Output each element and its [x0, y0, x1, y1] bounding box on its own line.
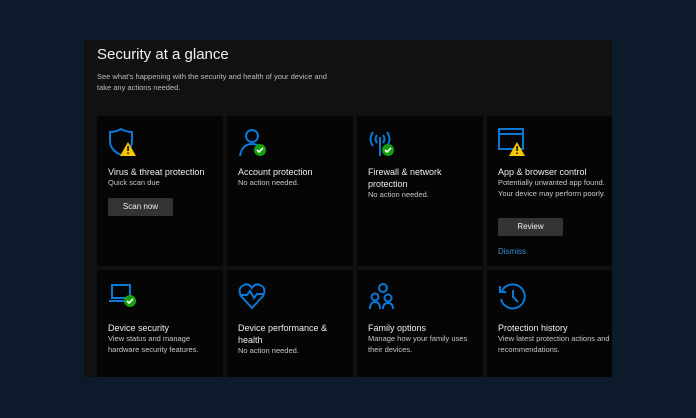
laptop-check-icon: [109, 284, 136, 307]
card-family-options[interactable]: Family options Manage how your family us…: [357, 270, 483, 377]
card-title: Virus & threat protection: [108, 167, 205, 177]
card-title: Family options: [368, 323, 427, 333]
card-title: Device performance & health: [238, 323, 328, 345]
card-desc: View status and manage hardware security…: [108, 334, 199, 354]
card-desc: View latest protection actions and recom…: [498, 334, 610, 354]
card-desc: Quick scan due: [108, 178, 160, 187]
card-desc: No action needed.: [368, 190, 429, 199]
card-account[interactable]: Account protection No action needed.: [227, 116, 353, 266]
person-check-icon: [239, 129, 266, 157]
card-desc: Manage how your family uses their device…: [368, 334, 468, 354]
dismiss-link[interactable]: Dismiss: [498, 247, 526, 256]
card-title: Firewall & network protection: [368, 167, 442, 189]
scan-now-button[interactable]: Scan now: [108, 198, 173, 216]
shield-warning-icon: [109, 128, 136, 157]
security-panel: Security at a glance See what's happenin…: [84, 40, 612, 377]
card-desc: No action needed.: [238, 178, 299, 187]
card-device-performance[interactable]: Device performance & health No action ne…: [227, 270, 353, 377]
card-title: Device security: [108, 323, 170, 333]
page-subtitle: See what's happening with the security a…: [97, 72, 327, 92]
history-icon: [499, 283, 526, 310]
heart-pulse-icon: [238, 283, 266, 310]
card-title: Account protection: [238, 167, 313, 177]
family-icon: [369, 283, 394, 310]
card-protection-history[interactable]: Protection history View latest protectio…: [487, 270, 612, 377]
page-title: Security at a glance: [97, 46, 229, 63]
card-title: Protection history: [498, 323, 568, 333]
card-desc: Potentially unwanted app found. Your dev…: [498, 178, 606, 198]
card-title: App & browser control: [498, 167, 587, 177]
browser-warning-icon: [498, 128, 525, 156]
card-app-browser[interactable]: App & browser control Potentially unwant…: [487, 116, 612, 266]
card-device-security[interactable]: Device security View status and manage h…: [97, 270, 223, 377]
antenna-check-icon: [369, 131, 394, 156]
card-virus-threat[interactable]: Virus & threat protection Quick scan due…: [97, 116, 223, 266]
card-desc: No action needed.: [238, 346, 299, 355]
review-button[interactable]: Review: [498, 218, 563, 236]
card-firewall[interactable]: Firewall & network protection No action …: [357, 116, 483, 266]
